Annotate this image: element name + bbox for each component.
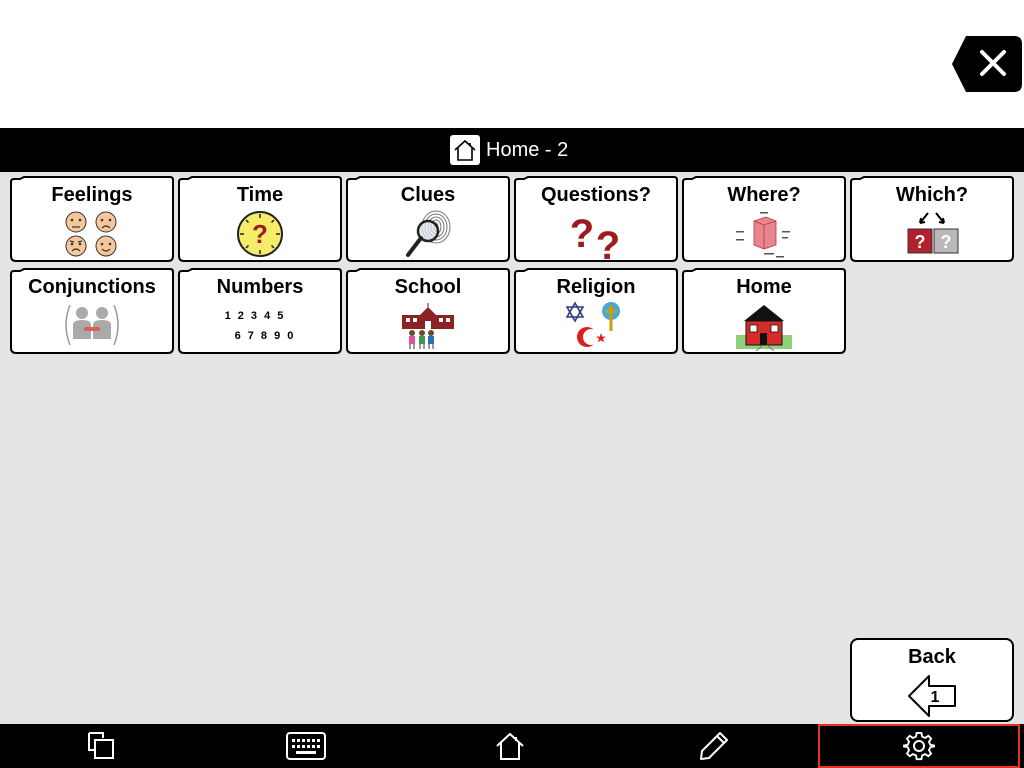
page-title: Home - 2	[486, 138, 569, 161]
message-bar[interactable]	[0, 0, 1024, 128]
keyboard-icon	[286, 732, 326, 760]
copy-pages-icon	[88, 732, 114, 759]
red-house-icon	[736, 305, 792, 351]
folder-time[interactable]: Time ?	[178, 176, 342, 262]
keyboard-button[interactable]	[204, 724, 408, 768]
faces-emotions-icon	[65, 211, 117, 257]
back-arrow-icon: 1	[908, 675, 956, 717]
svg-text:?: ?	[252, 219, 268, 249]
back-page-number: 1	[931, 689, 940, 706]
back-label: Back	[908, 646, 956, 668]
folder-label: Conjunctions	[28, 276, 156, 298]
gear-icon	[903, 731, 935, 761]
folder-label: Numbers	[216, 276, 304, 298]
folder-where[interactable]: Where?	[682, 176, 846, 262]
folder-religion[interactable]: Religion	[514, 268, 678, 354]
folder-numbers[interactable]: Numbers 1 2 3 4 5 6 7 8 9 0	[178, 268, 342, 354]
folder-label: School	[394, 276, 462, 298]
question-marks-icon: ? ?	[570, 212, 620, 259]
home-icon	[450, 135, 480, 165]
edit-button[interactable]	[612, 724, 816, 768]
title-bar: Home - 2	[0, 128, 1024, 172]
folder-label: Religion	[556, 276, 636, 298]
clock-question-icon: ?	[237, 211, 283, 257]
backspace-x-icon	[952, 36, 1022, 92]
folder-which[interactable]: Which? ? ?	[850, 176, 1014, 262]
digits-row-2: 6 7 8 9 0	[234, 330, 296, 342]
folder-label: Where?	[727, 184, 801, 206]
folder-conjunctions[interactable]: Conjunctions	[10, 268, 174, 354]
back-button[interactable]: Back 1	[850, 638, 1014, 722]
folder-label: Time	[236, 184, 284, 206]
folder-label: Clues	[400, 184, 456, 206]
bottom-toolbar	[0, 724, 1024, 768]
folder-feelings[interactable]: Feelings	[10, 176, 174, 262]
religion-symbols-icon	[565, 301, 620, 347]
home-button[interactable]	[408, 724, 612, 768]
which-arrows-icon: ? ?	[907, 212, 959, 254]
svg-text:?: ?	[570, 212, 594, 256]
svg-text:?: ?	[941, 232, 952, 252]
folder-label: Which?	[895, 184, 969, 206]
button-grid: Feelings Time ? Clues Questions? ? ? Whe…	[0, 172, 1024, 724]
position-cube-icon	[736, 212, 790, 258]
folder-label: Questions?	[540, 184, 651, 206]
copy-button[interactable]	[0, 724, 204, 768]
linked-people-icon	[65, 304, 119, 346]
svg-text:?: ?	[915, 232, 926, 252]
folder-questions[interactable]: Questions? ? ?	[514, 176, 678, 262]
pencil-icon	[700, 732, 728, 760]
settings-button[interactable]	[818, 724, 1020, 768]
school-children-icon	[402, 303, 454, 349]
folder-clues[interactable]: Clues	[346, 176, 510, 262]
numbers-icon: 1 2 3 4 5 6 7 8 9 0	[178, 302, 342, 350]
clear-message-button[interactable]	[952, 36, 1022, 92]
folder-label: Home	[736, 276, 792, 298]
folder-label: Feelings	[51, 184, 133, 206]
home-icon	[496, 732, 524, 760]
magnifier-fingerprint-icon	[406, 210, 451, 257]
svg-text:?: ?	[596, 224, 620, 259]
digits-row-1: 1 2 3 4 5	[224, 310, 286, 322]
folder-home[interactable]: Home	[682, 268, 846, 354]
folder-school[interactable]: School	[346, 268, 510, 354]
